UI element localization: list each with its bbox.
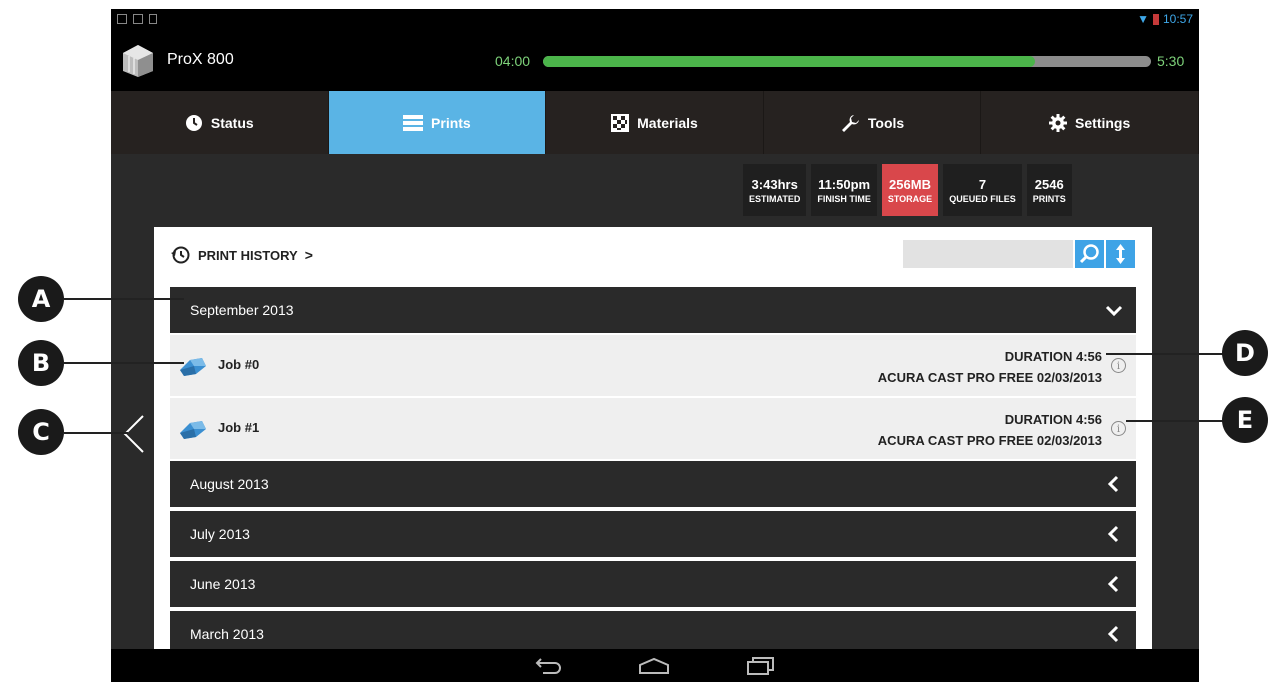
callout-leader-b bbox=[64, 362, 184, 364]
clock-time: 10:57 bbox=[1162, 12, 1193, 26]
callout-b: B bbox=[18, 340, 64, 386]
month-row-june[interactable]: June 2013 bbox=[170, 561, 1136, 607]
list-icon bbox=[403, 114, 424, 131]
image-notification-icon bbox=[117, 14, 127, 24]
sort-arrows-icon bbox=[1116, 244, 1125, 264]
callout-d: D bbox=[1222, 330, 1268, 376]
stat-estimated: 3:43hrs ESTIMATED bbox=[743, 164, 807, 216]
print-history-header[interactable]: PRINT HISTORY > bbox=[171, 245, 313, 265]
callout-leader-c bbox=[64, 432, 128, 434]
android-status-bar: ▼ 10:57 bbox=[111, 9, 1199, 31]
month-row-july[interactable]: July 2013 bbox=[170, 511, 1136, 557]
status-right: ▼ 10:57 bbox=[1137, 12, 1193, 26]
print-stats: 3:43hrs ESTIMATED 11:50pm FINISH TIME 25… bbox=[743, 164, 1072, 216]
tab-status[interactable]: Status bbox=[111, 91, 329, 154]
job-duration: DURATION 4:56 bbox=[1004, 412, 1102, 427]
printer-name: ProX 800 bbox=[167, 51, 234, 68]
stat-prints: 2546 PRINTS bbox=[1026, 164, 1072, 216]
stat-label: FINISH TIME bbox=[817, 193, 871, 204]
history-icon bbox=[171, 246, 190, 264]
checker-icon bbox=[611, 113, 630, 132]
job-duration: DURATION 4:56 bbox=[1004, 349, 1102, 364]
tab-prints[interactable]: Prints bbox=[328, 91, 547, 154]
tab-prints-label: Prints bbox=[431, 114, 471, 131]
stat-label: STORAGE bbox=[887, 193, 933, 204]
month-row-august[interactable]: August 2013 bbox=[170, 461, 1136, 507]
info-icon[interactable]: i bbox=[1111, 421, 1126, 436]
main-tabs: Status Prints Materials Tools Settings bbox=[111, 91, 1199, 154]
month-label: September 2013 bbox=[190, 302, 294, 318]
chevron-left-icon bbox=[1107, 525, 1119, 543]
part-model-icon bbox=[180, 358, 206, 376]
callout-leader-a bbox=[64, 298, 184, 300]
stat-label: QUEUED FILES bbox=[949, 193, 1016, 204]
tab-materials-label: Materials bbox=[637, 114, 698, 131]
android-nav-bar bbox=[111, 649, 1199, 682]
callout-leader-d bbox=[1106, 353, 1230, 355]
job-material-date: ACURA CAST PRO FREE 02/03/2013 bbox=[877, 370, 1102, 385]
home-nav-icon[interactable] bbox=[638, 657, 670, 675]
stat-label: ESTIMATED bbox=[749, 193, 801, 204]
month-label: March 2013 bbox=[190, 626, 264, 642]
job-row[interactable]: Job #1 DURATION 4:56 ACURA CAST PRO FREE… bbox=[170, 398, 1136, 459]
stat-label: PRINTS bbox=[1032, 193, 1066, 204]
total-time: 5:30 bbox=[1157, 53, 1185, 69]
tab-materials[interactable]: Materials bbox=[546, 91, 764, 154]
tab-tools-label: Tools bbox=[867, 114, 905, 131]
print-history-panel: PRINT HISTORY > September 2013 Job #0 DU… bbox=[154, 227, 1152, 682]
sort-button[interactable] bbox=[1106, 240, 1135, 268]
chevron-left-icon bbox=[1107, 625, 1119, 643]
callout-leader-e bbox=[1126, 420, 1230, 422]
print-progress-fill bbox=[543, 56, 1036, 67]
back-arrow-icon[interactable] bbox=[123, 414, 145, 454]
month-label: July 2013 bbox=[190, 526, 250, 542]
app-title-bar: ProX 800 04:00 5:30 bbox=[111, 31, 1199, 91]
back-nav-icon[interactable] bbox=[531, 657, 563, 675]
stat-value: 7 bbox=[978, 176, 987, 192]
recent-apps-icon[interactable] bbox=[745, 657, 775, 675]
clock-icon bbox=[185, 114, 202, 131]
stat-storage: 256MB STORAGE bbox=[881, 164, 939, 216]
tab-tools[interactable]: Tools bbox=[764, 91, 982, 154]
stat-value: 2546 bbox=[1034, 176, 1064, 192]
callout-a: A bbox=[18, 276, 64, 322]
gear-icon bbox=[1049, 113, 1068, 132]
elapsed-time: 04:00 bbox=[495, 53, 531, 69]
search-icon bbox=[1079, 244, 1099, 264]
tab-settings[interactable]: Settings bbox=[981, 91, 1199, 154]
stat-value: 11:50pm bbox=[818, 176, 871, 192]
stat-finish-time: 11:50pm FINISH TIME bbox=[811, 164, 877, 216]
callout-c: C bbox=[18, 409, 64, 455]
download-notification-icon bbox=[149, 14, 157, 24]
info-icon[interactable]: i bbox=[1111, 358, 1126, 373]
search-button[interactable] bbox=[1075, 240, 1104, 268]
job-name: Job #1 bbox=[218, 420, 260, 435]
chevron-left-icon bbox=[1107, 575, 1119, 593]
tablet-screen: ▼ 10:57 ProX 800 04:00 5:30 Status Print… bbox=[111, 9, 1199, 682]
job-name: Job #0 bbox=[218, 357, 260, 372]
battery-icon bbox=[1152, 14, 1159, 26]
tab-status-label: Status bbox=[210, 114, 254, 131]
wrench-icon bbox=[841, 114, 859, 132]
month-label: August 2013 bbox=[190, 476, 269, 492]
chevron-right-icon: > bbox=[304, 247, 313, 263]
chevron-down-icon bbox=[1105, 305, 1123, 317]
job-row[interactable]: Job #0 DURATION 4:56 ACURA CAST PRO FREE… bbox=[170, 335, 1136, 396]
stat-value: 256MB bbox=[889, 176, 931, 192]
job-material-date: ACURA CAST PRO FREE 02/03/2013 bbox=[877, 433, 1102, 448]
print-history-title: PRINT HISTORY bbox=[198, 247, 298, 263]
month-row-september[interactable]: September 2013 bbox=[170, 287, 1136, 333]
month-label: June 2013 bbox=[190, 576, 256, 592]
stat-queued-files: 7 QUEUED FILES bbox=[943, 164, 1022, 216]
chevron-left-icon bbox=[1107, 475, 1119, 493]
search-input[interactable] bbox=[903, 240, 1073, 268]
print-progress-bar bbox=[543, 56, 1151, 67]
callout-e: E bbox=[1222, 397, 1268, 443]
stat-value: 3:43hrs bbox=[751, 176, 798, 192]
tab-settings-label: Settings bbox=[1075, 114, 1131, 131]
mail-notification-icon bbox=[133, 14, 143, 24]
wifi-icon: ▼ bbox=[1137, 12, 1149, 26]
part-model-icon bbox=[180, 421, 206, 439]
printer-logo-icon bbox=[123, 45, 153, 77]
